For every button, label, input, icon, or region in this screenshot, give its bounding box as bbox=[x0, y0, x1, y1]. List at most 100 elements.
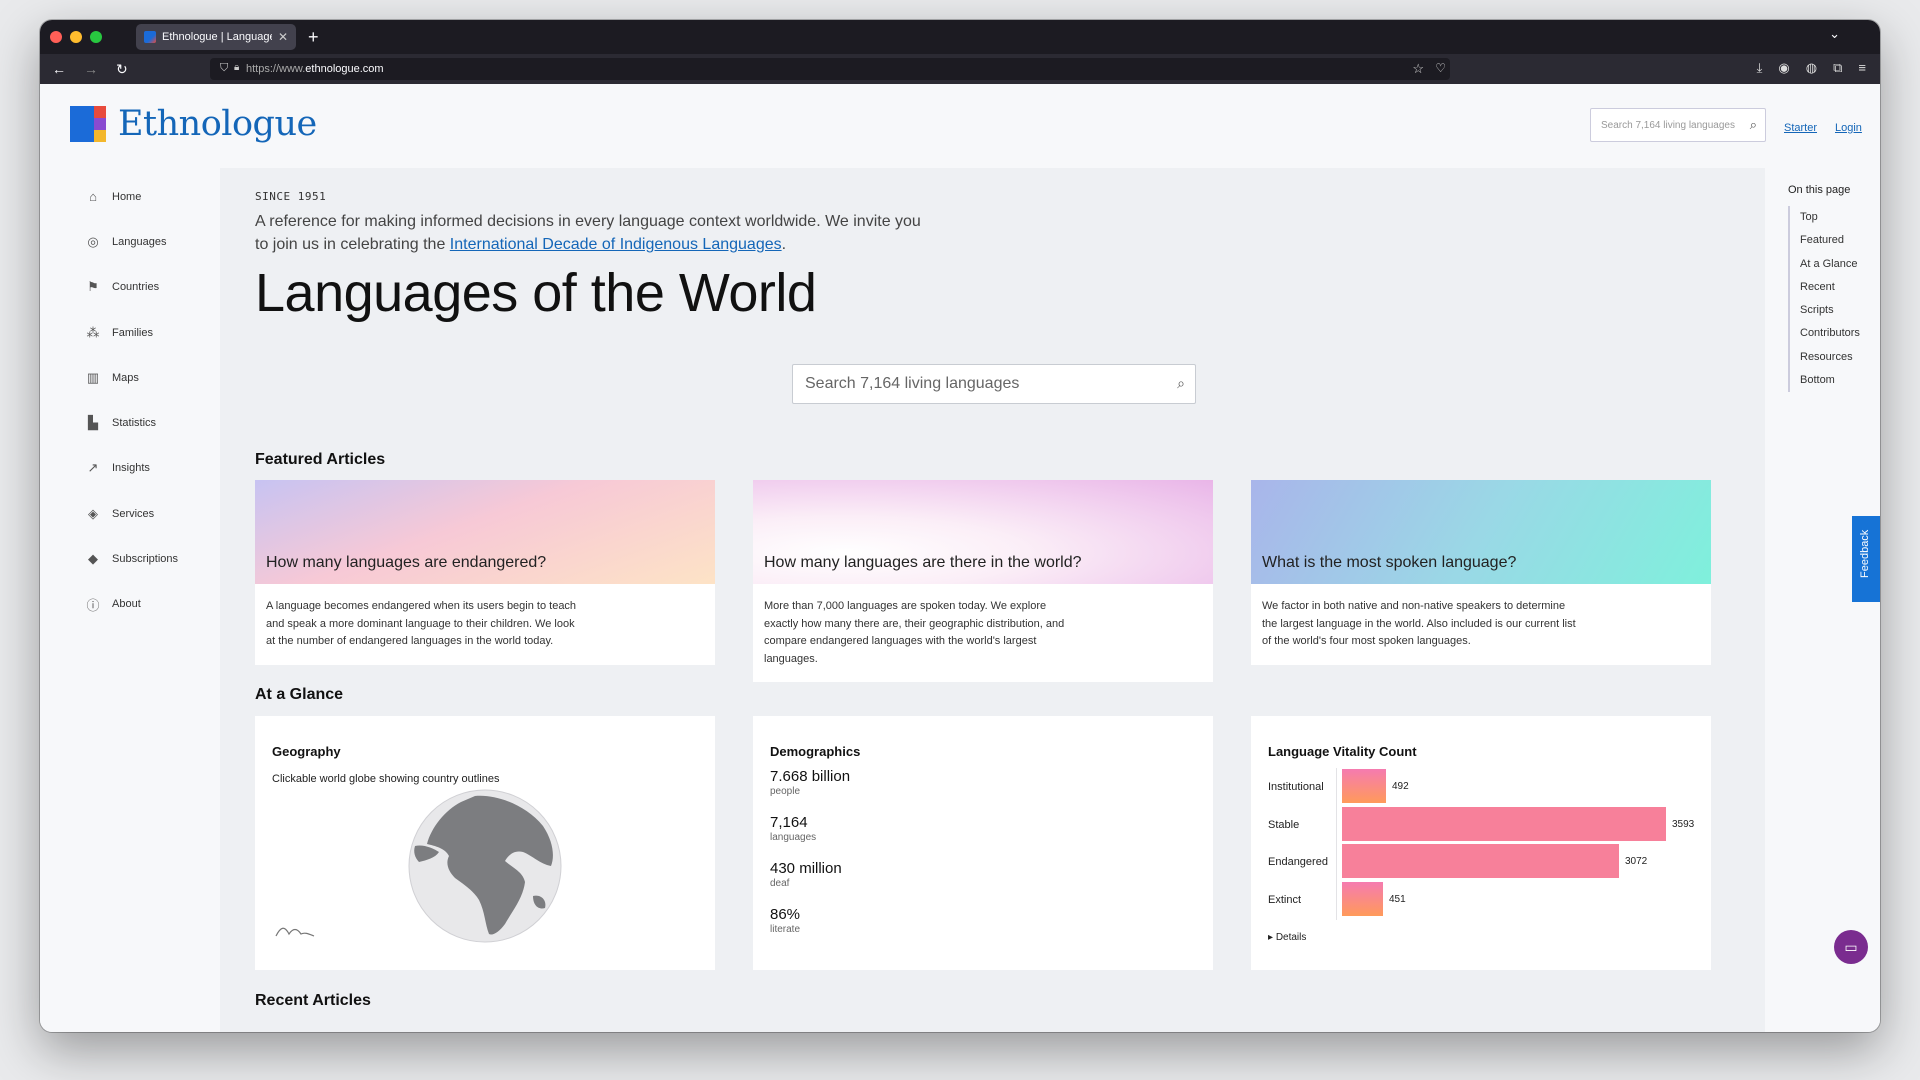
bar-value-label: 3593 bbox=[1672, 818, 1695, 830]
toc-item-featured[interactable]: Featured bbox=[1800, 229, 1860, 252]
info-icon: ⓘ bbox=[86, 597, 100, 613]
bar-label: Endangered bbox=[1268, 856, 1328, 869]
sidebar-item-about[interactable]: ⓘ About bbox=[86, 582, 178, 627]
toc-heading: On this page bbox=[1788, 184, 1851, 196]
minimize-window-button[interactable] bbox=[70, 31, 82, 43]
back-icon[interactable]: ← bbox=[52, 61, 66, 78]
address-bar[interactable]: ⛉ 🔒︎ https://www. ethnologue.com ☆ ♡ bbox=[210, 58, 1450, 80]
card-body: More than 7,000 languages are spoken tod… bbox=[764, 600, 1065, 665]
sidebar-item-subscriptions[interactable]: ◆ Subscriptions bbox=[86, 536, 178, 581]
close-window-button[interactable] bbox=[50, 31, 62, 43]
card-banner: What is the most spoken language? bbox=[1251, 480, 1711, 584]
geography-card: Geography Clickable world globe showing … bbox=[255, 716, 715, 970]
bar-label: Institutional bbox=[1268, 781, 1324, 793]
sidebar-item-label: Statistics bbox=[112, 417, 157, 430]
maximize-window-button[interactable] bbox=[90, 31, 102, 43]
sidebar-item-languages[interactable]: ◎ Languages bbox=[86, 219, 178, 264]
chart-axis bbox=[1336, 768, 1337, 920]
chat-bubble-icon[interactable]: ▭ bbox=[1834, 930, 1868, 964]
logo-text: Ethnologue bbox=[118, 104, 317, 144]
new-tab-button[interactable]: + bbox=[308, 27, 319, 48]
sidebar-item-home[interactable]: ⌂ Home bbox=[86, 174, 178, 219]
bar-value-label: 451 bbox=[1389, 894, 1406, 906]
toc-item-bottom[interactable]: Bottom bbox=[1800, 369, 1860, 392]
featured-card[interactable]: How many languages are there in the worl… bbox=[753, 480, 1213, 682]
url-prefix: https://www. bbox=[246, 63, 306, 75]
url-domain: ethnologue.com bbox=[305, 63, 384, 75]
reload-icon[interactable]: ↻ bbox=[116, 61, 128, 78]
search-placeholder: Search 7,164 living languages bbox=[805, 375, 1020, 392]
lock-icon[interactable]: 🔒︎ bbox=[234, 62, 239, 73]
sidebar-item-label: About bbox=[112, 598, 141, 611]
browser-tab[interactable]: Ethnologue | Languages of the ✕ bbox=[136, 24, 296, 50]
close-tab-icon[interactable]: ✕ bbox=[278, 30, 288, 44]
window-controls bbox=[50, 31, 102, 43]
recent-heading: Recent Articles bbox=[255, 992, 371, 1009]
forward-icon[interactable]: → bbox=[84, 61, 98, 78]
since-label: SINCE 1951 bbox=[255, 190, 327, 203]
toc-item-scripts[interactable]: Scripts bbox=[1800, 299, 1860, 322]
download-icon[interactable]: ⤓ bbox=[1757, 60, 1763, 76]
stat-people: 7.668 billion people bbox=[770, 768, 850, 797]
tab-list-chevron-icon[interactable]: ⌄ bbox=[1829, 26, 1840, 42]
decade-link[interactable]: International Decade of Indigenous Langu… bbox=[450, 236, 782, 253]
flag-icon: ⚑ bbox=[87, 279, 99, 295]
intro-text: A reference for making informed decision… bbox=[255, 210, 925, 256]
sidebar-item-label: Services bbox=[112, 507, 155, 520]
world-globe[interactable] bbox=[405, 786, 565, 946]
toc-item-resources[interactable]: Resources bbox=[1800, 346, 1860, 369]
card-title: How many languages are endangered? bbox=[266, 554, 547, 571]
card-body: A language becomes endangered when its u… bbox=[266, 600, 577, 647]
bar-institutional[interactable] bbox=[1342, 769, 1386, 803]
sidebar-item-services[interactable]: ◈ Services bbox=[86, 491, 178, 536]
toc-item-at-a-glance[interactable]: At a Glance bbox=[1800, 253, 1860, 276]
home-icon: ⌂ bbox=[89, 189, 97, 205]
sidebar-item-statistics[interactable]: ▙ Statistics bbox=[86, 400, 178, 445]
bar-label: Stable bbox=[1268, 818, 1300, 831]
bar-extinct[interactable] bbox=[1342, 882, 1383, 917]
tab-bar: Ethnologue | Languages of the ✕ + ⌄ bbox=[40, 20, 1880, 54]
starter-link[interactable]: Starter bbox=[1784, 122, 1817, 134]
stat-value: 7,164 bbox=[770, 814, 808, 831]
toc-item-recent[interactable]: Recent bbox=[1800, 276, 1860, 299]
toc-item-top[interactable]: Top bbox=[1800, 206, 1860, 229]
extensions-icon[interactable]: ⧉ bbox=[1833, 60, 1842, 76]
bar-label: Extinct bbox=[1268, 894, 1302, 907]
details-toggle[interactable]: ▸ Details bbox=[1268, 932, 1306, 943]
language-search-input[interactable]: Search 7,164 living languages ⌕ bbox=[792, 364, 1196, 404]
header-search-input[interactable]: Search 7,164 living languages ⌕ bbox=[1590, 108, 1766, 142]
login-link[interactable]: Login bbox=[1835, 122, 1862, 134]
sidebar-item-label: Home bbox=[112, 190, 142, 203]
sidebar-item-families[interactable]: ⁂ Families bbox=[86, 310, 178, 355]
menu-icon[interactable]: ≡ bbox=[1858, 60, 1866, 76]
stat-value: 86% bbox=[770, 906, 801, 923]
featured-card[interactable]: How many languages are endangered? A lan… bbox=[255, 480, 715, 665]
stat-value: 7.668 billion bbox=[770, 768, 851, 785]
pocket-icon[interactable]: ♡ bbox=[1435, 61, 1446, 75]
bar-stable[interactable] bbox=[1342, 806, 1666, 841]
logo-mark-icon bbox=[70, 106, 106, 142]
bookmark-star-icon[interactable]: ☆ bbox=[1412, 61, 1424, 77]
globe-icon: ◎ bbox=[87, 233, 99, 249]
extension-color-icon[interactable]: ◍ bbox=[1806, 60, 1817, 76]
toc-item-contributors[interactable]: Contributors bbox=[1800, 322, 1860, 345]
tag-icon: ◆ bbox=[88, 551, 98, 567]
bar-value-label: 3072 bbox=[1625, 856, 1648, 868]
tree-icon: ⁂ bbox=[86, 324, 100, 340]
bar-value-label: 492 bbox=[1392, 781, 1409, 792]
bar-endangered[interactable] bbox=[1342, 844, 1619, 879]
search-icon[interactable]: ⌕ bbox=[1177, 375, 1185, 392]
shield-icon[interactable]: ⛉ bbox=[220, 62, 228, 75]
sidebar-item-maps[interactable]: ▥ Maps bbox=[86, 355, 178, 400]
card-banner: How many languages are there in the worl… bbox=[753, 480, 1213, 584]
sidebar-item-label: Subscriptions bbox=[112, 553, 179, 566]
sidebar-item-insights[interactable]: ↗ Insights bbox=[86, 446, 178, 491]
featured-card[interactable]: What is the most spoken language? We fac… bbox=[1251, 480, 1711, 665]
sidebar-item-countries[interactable]: ⚑ Countries bbox=[86, 265, 178, 310]
browser-window: Ethnologue | Languages of the ✕ + ⌄ ← → … bbox=[40, 20, 1880, 1032]
feedback-tab[interactable]: Feedback bbox=[1852, 516, 1880, 602]
account-icon[interactable]: ◉ bbox=[1778, 60, 1789, 76]
site-logo[interactable]: Ethnologue bbox=[70, 104, 317, 144]
search-icon[interactable]: ⌕ bbox=[1750, 117, 1757, 133]
sidebar-item-label: Countries bbox=[112, 281, 160, 294]
